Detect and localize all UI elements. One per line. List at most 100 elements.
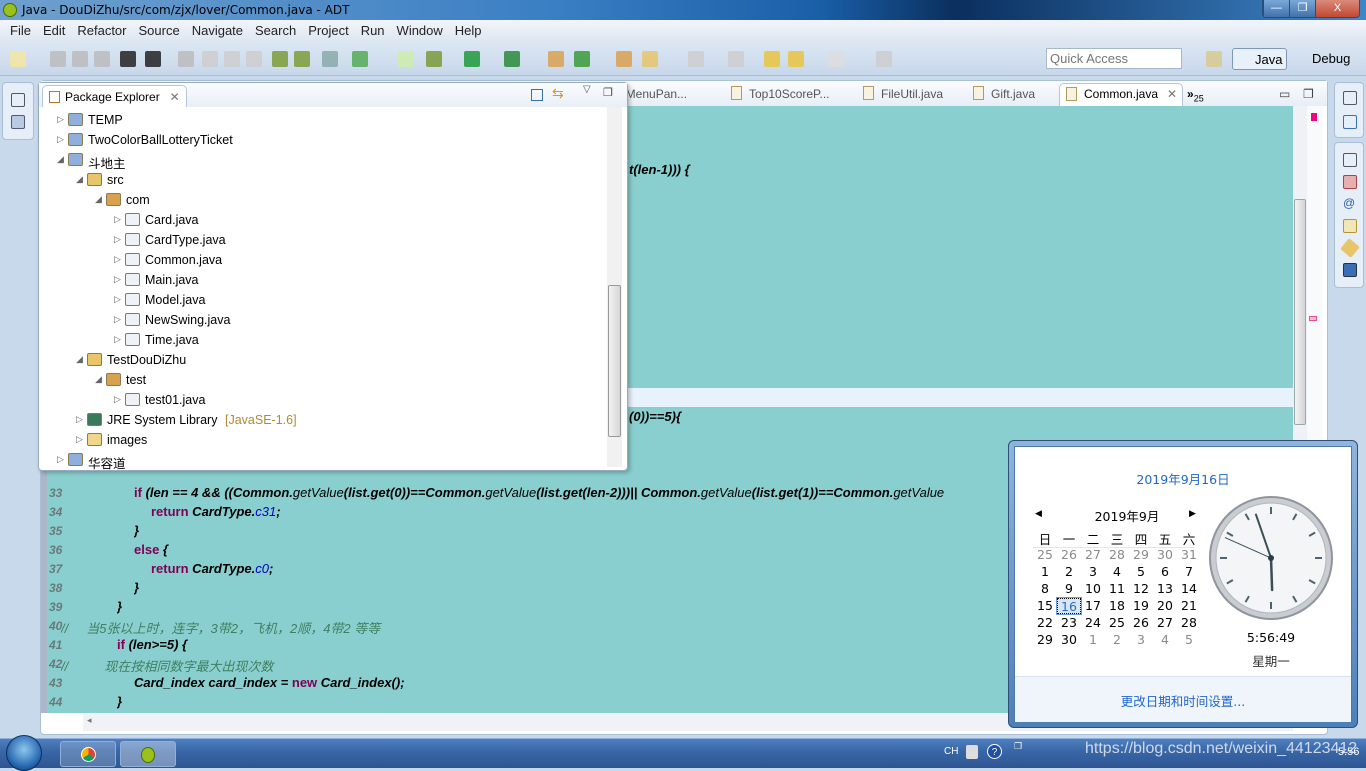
help-icon[interactable]: ? (987, 744, 1002, 759)
calendar-day[interactable]: 14 (1177, 581, 1201, 597)
tree-item[interactable]: ▷ Card.java (39, 211, 605, 231)
quick-access-input[interactable] (1046, 48, 1182, 69)
calendar-day[interactable]: 12 (1129, 581, 1153, 597)
menu-refactor[interactable]: Refactor (71, 20, 132, 42)
expand-arrow-icon[interactable]: ▷ (76, 434, 83, 445)
expand-arrow-icon[interactable]: ▷ (114, 394, 121, 405)
tree-item[interactable]: ▷ test01.java (39, 391, 605, 411)
calendar-day[interactable]: 29 (1129, 547, 1153, 563)
restore-icon[interactable] (11, 93, 25, 107)
tree-item[interactable]: ◢ com (39, 191, 605, 211)
calendar-day[interactable]: 1 (1033, 564, 1057, 580)
minimize-button[interactable]: — (1263, 0, 1289, 17)
restore-button[interactable]: ❐ (1289, 0, 1315, 17)
forward-icon[interactable] (828, 51, 844, 67)
run-icon[interactable] (464, 51, 480, 67)
new-package-icon[interactable] (548, 51, 564, 67)
calendar-day[interactable]: 30 (1057, 632, 1081, 648)
lint-icon[interactable] (322, 51, 338, 67)
calendar-day[interactable]: 29 (1033, 632, 1057, 648)
save-all-icon[interactable] (72, 51, 88, 67)
calendar-day[interactable]: 4 (1153, 632, 1177, 648)
calendar-day[interactable]: 27 (1153, 615, 1177, 631)
calendar-day[interactable]: 25 (1105, 615, 1129, 631)
tree-item[interactable]: ▷ TwoColorBallLotteryTicket (39, 131, 605, 151)
collapse-arrow-icon[interactable]: ◢ (95, 194, 102, 205)
calendar-day[interactable]: 1 (1081, 632, 1105, 648)
ime-indicator[interactable]: CH (944, 746, 958, 757)
calendar-day[interactable]: 11 (1105, 581, 1129, 597)
tab-fileutil[interactable]: FileUtil.java (861, 86, 943, 101)
maximize-view-icon[interactable]: ❐ (603, 86, 613, 99)
expand-arrow-icon[interactable]: ▷ (57, 114, 64, 125)
tree-item[interactable]: ▷ Main.java (39, 271, 605, 291)
collapse-arrow-icon[interactable]: ◢ (76, 354, 83, 365)
debug-icon[interactable] (426, 51, 442, 67)
expand-arrow-icon[interactable]: ▷ (114, 234, 121, 245)
expand-arrow-icon[interactable]: ▷ (57, 134, 64, 145)
show-whitespace-icon[interactable] (246, 51, 262, 67)
calendar-day-today[interactable]: 16 (1056, 597, 1082, 615)
close-button[interactable]: X (1315, 0, 1359, 17)
calendar-day[interactable]: 19 (1129, 598, 1153, 614)
problems-icon[interactable] (1343, 175, 1357, 189)
run-external-icon[interactable] (504, 51, 520, 67)
tree-item[interactable]: ▷ Model.java (39, 291, 605, 311)
calendar-day[interactable]: 9 (1057, 581, 1081, 597)
menu-file[interactable]: File (4, 20, 37, 42)
expand-arrow-icon[interactable]: ▷ (114, 214, 121, 225)
menu-edit[interactable]: Edit (37, 20, 71, 42)
collapse-arrow-icon[interactable]: ◢ (57, 154, 64, 165)
error-marker[interactable] (1311, 113, 1317, 121)
save-icon[interactable] (50, 51, 66, 67)
outline-icon[interactable] (1343, 115, 1357, 129)
clean-icon[interactable] (202, 51, 218, 67)
link-with-editor-icon[interactable]: ⇆ (552, 85, 564, 102)
vertical-scrollbar-thumb[interactable] (1294, 199, 1306, 425)
tree-item[interactable]: ▷ CardType.java (39, 231, 605, 251)
last-edit-icon[interactable] (764, 51, 780, 67)
calendar-day[interactable]: 13 (1153, 581, 1177, 597)
menu-help[interactable]: Help (449, 20, 488, 42)
calendar-day[interactable]: 24 (1081, 615, 1105, 631)
calendar-month-label[interactable]: 2019年9月 (1059, 506, 1195, 525)
calendar-day[interactable]: 7 (1177, 564, 1201, 580)
pin-icon[interactable] (876, 51, 892, 67)
calendar-day[interactable]: 3 (1129, 632, 1153, 648)
calendar-day[interactable]: 21 (1177, 598, 1201, 614)
calendar-day[interactable]: 28 (1177, 615, 1201, 631)
expand-arrow-icon[interactable]: ▷ (114, 294, 121, 305)
menu-navigate[interactable]: Navigate (186, 20, 249, 42)
perspective-debug-button[interactable]: Debug (1290, 48, 1354, 70)
close-view-icon[interactable]: ✕ (170, 90, 180, 104)
tree-item[interactable]: ◢ 斗地主 (39, 151, 605, 171)
prev-annotation-icon[interactable] (728, 51, 744, 67)
collapse-arrow-icon[interactable]: ◢ (95, 374, 102, 385)
next-annotation-icon[interactable] (688, 51, 704, 67)
warning-marker[interactable] (1309, 316, 1317, 321)
collapse-arrow-icon[interactable]: ◢ (76, 174, 83, 185)
tree-item[interactable]: ▷ 华容道 (39, 451, 605, 471)
open-type-icon[interactable] (616, 51, 632, 67)
calendar-day[interactable]: 2 (1105, 632, 1129, 648)
generate-icon[interactable] (178, 51, 194, 67)
package-explorer-icon[interactable] (11, 115, 25, 129)
tree-item[interactable]: ▷ Time.java (39, 331, 605, 351)
tree-item[interactable]: ▷ Common.java (39, 251, 605, 271)
expand-arrow-icon[interactable]: ▷ (114, 334, 121, 345)
calendar-day[interactable]: 5 (1129, 564, 1153, 580)
minimize-editor-button[interactable]: ▭ (1279, 87, 1290, 101)
tree-item[interactable]: ▷ images (39, 431, 605, 451)
maximize-editor-button[interactable]: ❐ (1303, 87, 1314, 101)
tab-overflow-button[interactable]: »25 (1187, 87, 1204, 103)
restore-language-bar-icon[interactable]: ❐ (1014, 741, 1022, 752)
tree-item[interactable]: ▷ TEMP (39, 111, 605, 131)
calendar-day[interactable]: 17 (1081, 598, 1105, 614)
calendar-day[interactable]: 8 (1033, 581, 1057, 597)
tree-item[interactable]: ◢ src (39, 171, 605, 191)
expand-arrow-icon[interactable]: ▷ (76, 414, 83, 425)
tree-scrollbar-thumb[interactable] (608, 285, 621, 437)
open-perspective-icon[interactable] (1206, 51, 1222, 67)
javadoc-icon[interactable] (224, 51, 240, 67)
calendar-day[interactable]: 31 (1177, 547, 1201, 563)
